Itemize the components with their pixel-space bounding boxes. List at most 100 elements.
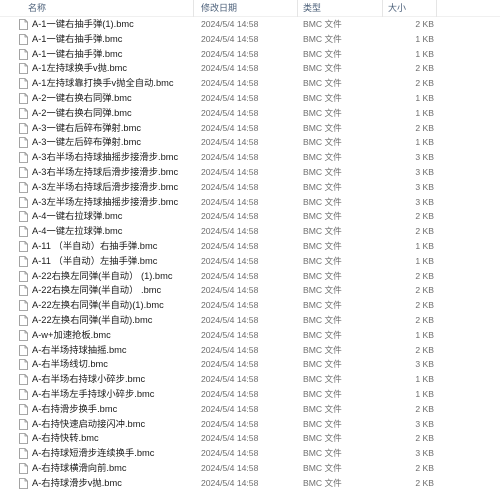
- column-divider[interactable]: [193, 0, 194, 17]
- file-name[interactable]: A-3一键右后碎布弹射.bmc: [32, 121, 141, 136]
- file-type: BMC 文件: [303, 226, 342, 237]
- file-icon: [19, 285, 28, 297]
- file-modified-date: 2024/5/4 14:58: [201, 329, 259, 340]
- file-name[interactable]: A-右半场持球抽摇.bmc: [32, 343, 127, 358]
- file-type: BMC 文件: [303, 300, 342, 311]
- file-name[interactable]: A-22左换右同弹(半自动).bmc: [32, 313, 152, 328]
- file-name[interactable]: A-右持球滑步v抛.bmc: [32, 476, 122, 491]
- file-name[interactable]: A-22左换右同弹(半自动)(1).bmc: [32, 298, 164, 313]
- file-name[interactable]: A-w+加速抢板.bmc: [32, 328, 111, 343]
- file-size: 2 KB: [415, 122, 434, 133]
- column-header-type[interactable]: 类型: [303, 0, 321, 17]
- file-name[interactable]: A-4一键左拉球弹.bmc: [32, 224, 122, 239]
- file-row[interactable]: A-4一键右拉球弹.bmc 2024/5/4 14:58 BMC 文件 2 KB: [0, 209, 500, 224]
- column-header-name[interactable]: 名称: [28, 0, 46, 17]
- file-row[interactable]: A-2一键右换右同弹.bmc 2024/5/4 14:58 BMC 文件 1 KB: [0, 91, 500, 106]
- file-type: BMC 文件: [303, 166, 342, 177]
- file-row[interactable]: A-右持快速启动接闪冲.bmc 2024/5/4 14:58 BMC 文件 3 KB: [0, 417, 500, 432]
- file-name[interactable]: A-3左半场右持球后滑步接滑步.bmc: [32, 180, 178, 195]
- file-name[interactable]: A-1一键右抽手弹(1).bmc: [32, 17, 134, 32]
- file-modified-date: 2024/5/4 14:58: [201, 300, 259, 311]
- file-row[interactable]: A-1左持球换手v抛.bmc 2024/5/4 14:58 BMC 文件 2 KB: [0, 61, 500, 76]
- file-name[interactable]: A-3右半场左持球后滑步接滑步.bmc: [32, 165, 178, 180]
- file-name[interactable]: A-右持球短滑步连续换手.bmc: [32, 446, 154, 461]
- file-name[interactable]: A-右半场左手持球小碎步.bmc: [32, 387, 154, 402]
- file-name[interactable]: A-3右半场右持球抽摇步接滑步.bmc: [32, 150, 178, 165]
- file-row[interactable]: A-右持快转.bmc 2024/5/4 14:58 BMC 文件 2 KB: [0, 431, 500, 446]
- file-name[interactable]: A-1一键右抽手弹.bmc: [32, 32, 122, 47]
- file-modified-date: 2024/5/4 14:58: [201, 122, 259, 133]
- file-row[interactable]: A-右持球短滑步连续换手.bmc 2024/5/4 14:58 BMC 文件 3 KB: [0, 446, 500, 461]
- file-row[interactable]: A-1一键右抽手弹.bmc 2024/5/4 14:58 BMC 文件 1 KB: [0, 32, 500, 47]
- file-name[interactable]: A-右持快速启动接闪冲.bmc: [32, 417, 145, 432]
- file-type: BMC 文件: [303, 48, 342, 59]
- file-row[interactable]: A-3左半场右持球后滑步接滑步.bmc 2024/5/4 14:58 BMC 文件 3…: [0, 180, 500, 195]
- file-row[interactable]: A-3右半场左持球后滑步接滑步.bmc 2024/5/4 14:58 BMC 文件 3…: [0, 165, 500, 180]
- file-modified-date: 2024/5/4 14:58: [201, 33, 259, 44]
- file-name[interactable]: A-3一键左后碎布弹射.bmc: [32, 135, 141, 150]
- file-row[interactable]: A-右持球滑步v抛.bmc 2024/5/4 14:58 BMC 文件 2 KB: [0, 476, 500, 491]
- file-explorer-window: 名称 ^ 修改日期 类型 大小 A-1一键右抽手弹(1).bmc 2024/5/4…: [0, 0, 500, 500]
- file-row[interactable]: A-11 （半自动）左抽手弹.bmc 2024/5/4 14:58 BMC 文件 1 …: [0, 254, 500, 269]
- file-row[interactable]: A-右半场持球抽摇.bmc 2024/5/4 14:58 BMC 文件 2 KB: [0, 343, 500, 358]
- column-divider[interactable]: [436, 0, 437, 17]
- file-size: 2 KB: [415, 403, 434, 414]
- file-name[interactable]: A-右持快转.bmc: [32, 431, 99, 446]
- file-row[interactable]: A-1一键右抽手弹(1).bmc 2024/5/4 14:58 BMC 文件 2 KB: [0, 17, 500, 32]
- file-name[interactable]: A-右持球横滑向前.bmc: [32, 461, 127, 476]
- file-icon: [19, 359, 28, 371]
- file-row[interactable]: A-4一键左拉球弹.bmc 2024/5/4 14:58 BMC 文件 2 KB: [0, 224, 500, 239]
- file-name[interactable]: A-11 （半自动）左抽手弹.bmc: [32, 254, 157, 269]
- file-row[interactable]: A-3左半场左持球抽摇步接滑步.bmc 2024/5/4 14:58 BMC 文件 3…: [0, 195, 500, 210]
- file-size: 1 KB: [415, 92, 434, 103]
- file-size: 2 KB: [415, 300, 434, 311]
- file-row[interactable]: A-右半场右持球小碎步.bmc 2024/5/4 14:58 BMC 文件 1 KB: [0, 372, 500, 387]
- file-modified-date: 2024/5/4 14:58: [201, 374, 259, 385]
- file-icon: [19, 122, 28, 134]
- file-name[interactable]: A-2一键右换右同弹.bmc: [32, 91, 132, 106]
- file-row[interactable]: A-22左换右同弹(半自动)(1).bmc 2024/5/4 14:58 BMC 文…: [0, 298, 500, 313]
- file-row[interactable]: A-右半场左手持球小碎步.bmc 2024/5/4 14:58 BMC 文件 1 KB: [0, 387, 500, 402]
- file-size: 1 KB: [415, 137, 434, 148]
- file-icon: [19, 448, 28, 460]
- file-icon: [19, 196, 28, 208]
- file-list: A-1一键右抽手弹(1).bmc 2024/5/4 14:58 BMC 文件 2 KB…: [0, 17, 500, 491]
- file-row[interactable]: A-3一键左后碎布弹射.bmc 2024/5/4 14:58 BMC 文件 1 KB: [0, 135, 500, 150]
- file-row[interactable]: A-11 （半自动）右抽手弹.bmc 2024/5/4 14:58 BMC 文件 1 …: [0, 239, 500, 254]
- file-type: BMC 文件: [303, 433, 342, 444]
- file-row[interactable]: A-3右半场右持球抽摇步接滑步.bmc 2024/5/4 14:58 BMC 文件 3…: [0, 150, 500, 165]
- file-name[interactable]: A-1一键右抽手弹.bmc: [32, 47, 122, 62]
- file-row[interactable]: A-22右换左同弹(半自动） (1).bmc 2024/5/4 14:58 BMC …: [0, 269, 500, 284]
- file-row[interactable]: A-2一键右换右同弹.bmc 2024/5/4 14:58 BMC 文件 1 KB: [0, 106, 500, 121]
- file-name[interactable]: A-3左半场左持球抽摇步接滑步.bmc: [32, 195, 178, 210]
- file-name[interactable]: A-22右换左同弹(半自动） .bmc: [32, 283, 161, 298]
- file-row[interactable]: A-3一键右后碎布弹射.bmc 2024/5/4 14:58 BMC 文件 2 KB: [0, 121, 500, 136]
- file-name[interactable]: A-1左持球换手v抛.bmc: [32, 61, 127, 76]
- file-name[interactable]: A-1左持球靠打换手v抛全自动.bmc: [32, 76, 174, 91]
- file-icon: [19, 137, 28, 149]
- file-name[interactable]: A-右半场右持球小碎步.bmc: [32, 372, 145, 387]
- file-size: 1 KB: [415, 329, 434, 340]
- file-type: BMC 文件: [303, 19, 342, 29]
- file-name[interactable]: A-4一键右拉球弹.bmc: [32, 209, 122, 224]
- file-name[interactable]: A-11 （半自动）右抽手弹.bmc: [32, 239, 157, 254]
- file-row[interactable]: A-w+加速抢板.bmc 2024/5/4 14:58 BMC 文件 1 KB: [0, 328, 500, 343]
- file-type: BMC 文件: [303, 211, 342, 222]
- file-name[interactable]: A-22右换左同弹(半自动） (1).bmc: [32, 269, 173, 284]
- file-icon: [19, 463, 28, 474]
- file-row[interactable]: A-1左持球靠打换手v抛全自动.bmc 2024/5/4 14:58 BMC 文件 2…: [0, 76, 500, 91]
- file-row[interactable]: A-右持球横滑向前.bmc 2024/5/4 14:58 BMC 文件 2 KB: [0, 461, 500, 476]
- file-name[interactable]: A-右持滑步换手.bmc: [32, 402, 117, 417]
- column-header-date[interactable]: 修改日期: [201, 0, 237, 17]
- column-divider[interactable]: [297, 0, 298, 17]
- file-row[interactable]: A-22左换右同弹(半自动).bmc 2024/5/4 14:58 BMC 文件 2 …: [0, 313, 500, 328]
- file-name[interactable]: A-2一键右换右同弹.bmc: [32, 106, 132, 121]
- file-name[interactable]: A-右半场线切.bmc: [32, 357, 108, 372]
- file-modified-date: 2024/5/4 14:58: [201, 270, 259, 281]
- file-row[interactable]: A-右半场线切.bmc 2024/5/4 14:58 BMC 文件 3 KB: [0, 357, 500, 372]
- column-header-size[interactable]: 大小: [388, 0, 406, 17]
- file-row[interactable]: A-1一键右抽手弹.bmc 2024/5/4 14:58 BMC 文件 1 KB: [0, 47, 500, 62]
- file-row[interactable]: A-22右换左同弹(半自动） .bmc 2024/5/4 14:58 BMC 文件 2…: [0, 283, 500, 298]
- column-divider[interactable]: [382, 0, 383, 17]
- file-row[interactable]: A-右持滑步换手.bmc 2024/5/4 14:58 BMC 文件 2 KB: [0, 402, 500, 417]
